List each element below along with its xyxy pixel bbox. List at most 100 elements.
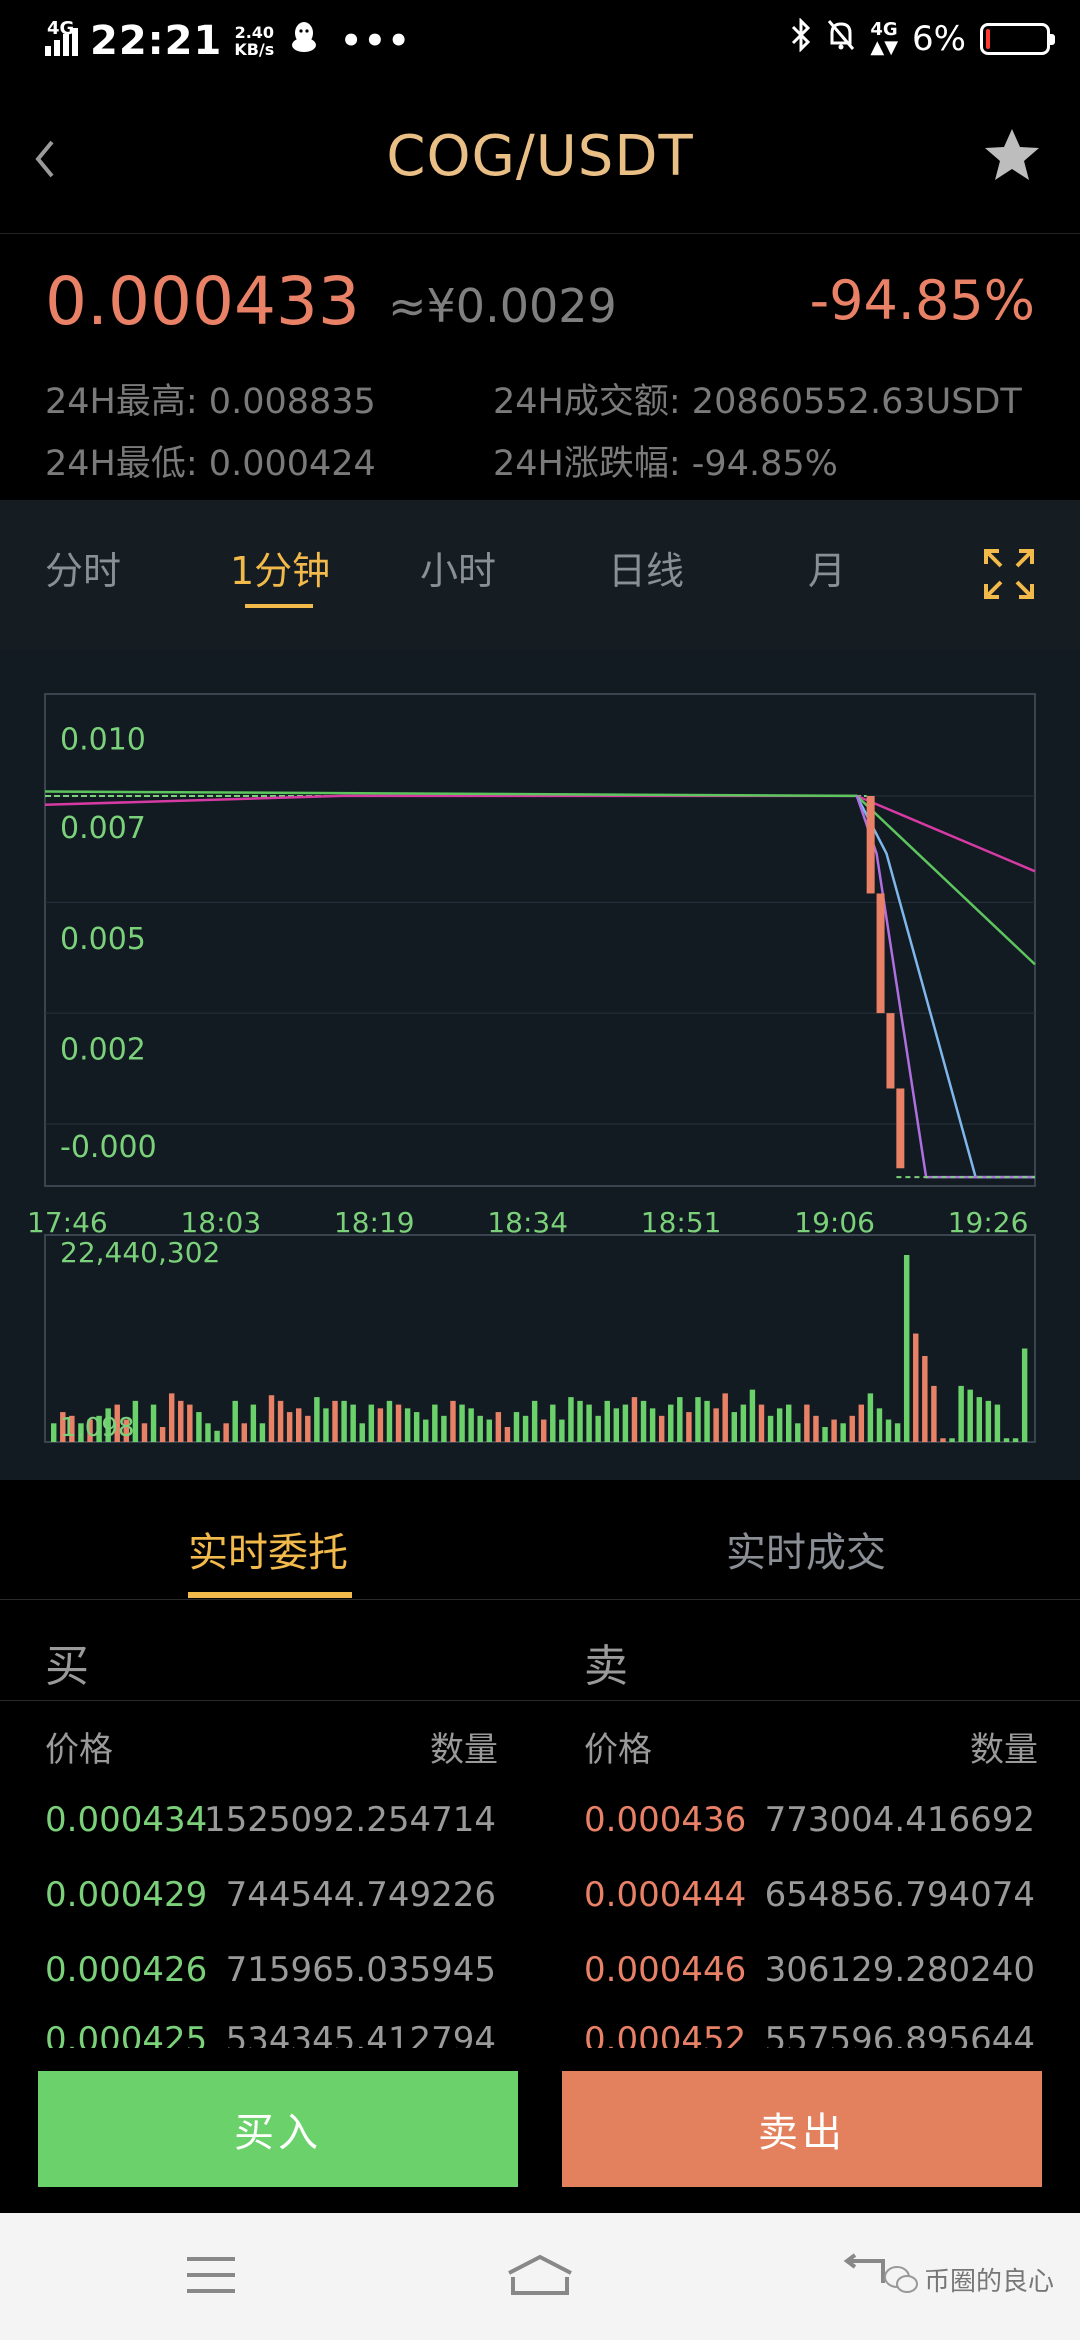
tab-month[interactable]: 月 (808, 540, 846, 595)
volume-bar (395, 1404, 402, 1442)
volume-bar (550, 1404, 556, 1442)
volume-bar (695, 1397, 701, 1442)
volume-bar (259, 1423, 266, 1442)
drop-candle (876, 893, 885, 1014)
volume-bar (931, 1385, 937, 1442)
volume-bar (786, 1404, 792, 1442)
time-tick-label: 18:51 (641, 1206, 722, 1239)
bid-qty: 744544.749226 (225, 1875, 496, 1915)
volume-bar (241, 1423, 247, 1442)
volume-bar (559, 1419, 565, 1442)
ma-line-slow (44, 790, 1036, 966)
volume-bar (305, 1415, 311, 1442)
mute-bell-icon (826, 18, 856, 60)
volume-bar (1021, 1348, 1028, 1442)
bid-qty: 715965.035945 (225, 1950, 496, 1990)
bid-price[interactable]: 0.000425 (45, 2020, 207, 2048)
watermark: 币圈的良心 (883, 2261, 1054, 2298)
battery-fill (986, 29, 990, 49)
fullscreen-button[interactable] (983, 548, 1035, 600)
price-change: -94.85% (809, 269, 1035, 332)
tab-live-trades[interactable]: 实时成交 (726, 1520, 886, 1578)
volume-bar (577, 1400, 583, 1442)
volume-bar (831, 1419, 837, 1442)
volume-bar (205, 1423, 211, 1442)
volume-bar (649, 1408, 656, 1442)
low-label: 24H最低: (45, 444, 198, 484)
volume-label: 24H成交额: (493, 382, 681, 422)
volume-bar (268, 1395, 275, 1442)
ask-qty: 306129.280240 (764, 1950, 1035, 1990)
status-bar: 4G 22:21 2.40 KB/s ••• 4G ▲▼ 6% (0, 0, 1080, 84)
ask-qty: 557596.895644 (764, 2020, 1035, 2048)
volume-value: 20860552.63USDT (691, 382, 1022, 422)
tab-day[interactable]: 日线 (608, 540, 684, 595)
volume-bar (976, 1397, 982, 1442)
bid-price[interactable]: 0.000426 (45, 1950, 207, 1990)
favorite-button[interactable] (982, 126, 1042, 186)
volume-bars (51, 1255, 1028, 1442)
volume-bar (541, 1419, 547, 1442)
volume-bar (658, 1415, 665, 1442)
bid-price[interactable]: 0.000429 (45, 1875, 207, 1915)
ask-qty: 654856.794074 (764, 1875, 1035, 1915)
buy-button[interactable]: 买入 (38, 2071, 518, 2187)
volume-bar (1012, 1438, 1019, 1442)
cell-signal-icon: 4G (45, 18, 78, 56)
volume-bar (286, 1412, 293, 1442)
ask-price[interactable]: 0.000452 (584, 2020, 746, 2048)
volume-bar (214, 1430, 220, 1442)
high-24h: 24H最高: 0.008835 (45, 373, 376, 424)
price-tick-label: 0.002 (60, 1033, 146, 1068)
order-tab-indicator (188, 1592, 352, 1598)
volume-bar (722, 1393, 728, 1442)
mobile-data-icon: 4G ▲▼ (870, 19, 899, 58)
volume-bar (776, 1408, 783, 1442)
volume-max-label: 22,440,302 (60, 1236, 220, 1269)
time-tick-label: 19:06 (794, 1206, 875, 1239)
volume-bar (858, 1404, 865, 1442)
volume-bar (949, 1438, 955, 1442)
volume-bar (822, 1427, 828, 1442)
tab-hour[interactable]: 小时 (420, 540, 496, 595)
menu-icon[interactable] (185, 2253, 237, 2301)
tab-timeshare[interactable]: 分时 (45, 540, 121, 595)
drop-candle (896, 1088, 905, 1169)
more-notifications-icon: ••• (340, 21, 412, 61)
volume-bar (450, 1400, 456, 1442)
tab-1min[interactable]: 1分钟 (230, 540, 330, 595)
volume-bar (377, 1408, 384, 1442)
qq-icon (290, 21, 318, 61)
volume-bar (178, 1400, 184, 1442)
change-label: 24H涨跌幅: (493, 444, 681, 484)
volume-bar (423, 1419, 429, 1442)
home-icon[interactable] (505, 2253, 575, 2301)
divider (0, 1700, 1080, 1701)
volume-bar (631, 1397, 638, 1442)
volume-bar (296, 1408, 302, 1442)
volume-bar (350, 1404, 356, 1442)
ask-qty-header: 数量 (970, 1730, 1038, 1770)
time-tick-label: 17:46 (27, 1206, 108, 1239)
volume-bar (323, 1408, 329, 1442)
sell-button[interactable]: 卖出 (562, 2071, 1042, 2187)
volume-bar (432, 1404, 438, 1442)
cny-price: ≈¥0.0029 (388, 279, 617, 333)
volume-bar (913, 1333, 919, 1442)
volume-bar (314, 1397, 320, 1442)
kline-chart[interactable]: 0.010 0.007 0.005 0.002 -0.000 17:46 18:03 18:1… (0, 650, 1080, 1480)
volume-bar (232, 1400, 238, 1442)
price-plot-frame (44, 693, 1036, 1187)
volume-bar (994, 1404, 1001, 1442)
volume-bar (495, 1412, 502, 1442)
bluetooth-icon (790, 17, 812, 60)
tab-live-orders[interactable]: 实时委托 (188, 1520, 348, 1578)
ask-price[interactable]: 0.000446 (584, 1950, 746, 1990)
bid-qty: 1525092.254714 (203, 1800, 496, 1840)
volume-bar (767, 1415, 774, 1442)
bid-price[interactable]: 0.000434 (45, 1800, 207, 1840)
wechat-icon (883, 2265, 918, 2293)
ask-price[interactable]: 0.000436 (584, 1800, 746, 1840)
volume-bar (359, 1423, 365, 1442)
ask-price[interactable]: 0.000444 (584, 1875, 746, 1915)
